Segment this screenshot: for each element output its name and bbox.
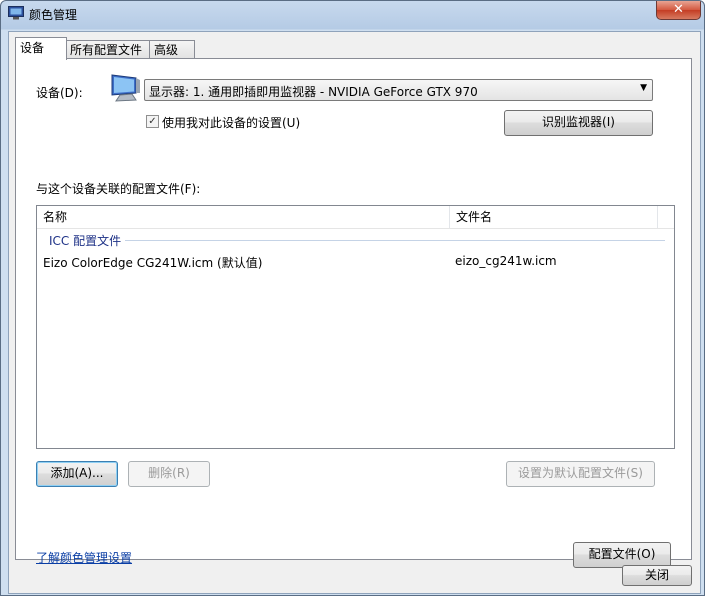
device-select[interactable]: 显示器: 1. 通用即插即用监视器 - NVIDIA GeForce GTX 9…	[144, 79, 653, 101]
use-settings-checkbox[interactable]: ✓	[146, 115, 159, 128]
device-label: 设备(D):	[36, 86, 83, 100]
color-management-icon	[8, 6, 24, 20]
column-header-name[interactable]: 名称	[37, 206, 449, 228]
profiles-list[interactable]: 名称 文件名 ICC 配置文件 Eizo ColorEdge CG241W.ic…	[36, 205, 675, 449]
tab-all-profiles[interactable]: 所有配置文件	[65, 40, 155, 59]
tab-device[interactable]: 设备	[15, 37, 67, 60]
group-divider	[125, 240, 665, 241]
title-bar[interactable]: 颜色管理 ✕	[1, 1, 704, 27]
window-close-button[interactable]: ✕	[656, 1, 701, 20]
profile-row-file[interactable]: eizo_cg241w.icm	[455, 254, 557, 268]
tab-advanced[interactable]: 高级	[149, 40, 195, 59]
learn-color-settings-link[interactable]: 了解颜色管理设置	[36, 549, 132, 566]
monitor-icon	[111, 74, 140, 102]
profiles-list-header: 名称 文件名	[37, 206, 674, 229]
set-default-profile-button[interactable]: 设置为默认配置文件(S)	[506, 461, 655, 487]
add-profile-button[interactable]: 添加(A)...	[36, 461, 118, 487]
column-divider[interactable]	[657, 206, 658, 228]
remove-profile-button[interactable]: 删除(R)	[128, 461, 210, 487]
profiles-section-label: 与这个设备关联的配置文件(F):	[36, 182, 201, 196]
group-label-icc: ICC 配置文件	[49, 234, 122, 248]
chevron-down-icon: ▼	[640, 83, 647, 93]
use-settings-label: 使用我对此设备的设置(U)	[162, 116, 301, 130]
color-management-window: 颜色管理 ✕ 设备 所有配置文件 高级 设备(D): 显示器: 1. 通用即插即…	[0, 0, 705, 596]
device-select-value: 显示器: 1. 通用即插即用监视器 - NVIDIA GeForce GTX 9…	[149, 85, 478, 99]
column-header-filename[interactable]: 文件名	[450, 206, 658, 228]
dialog-client-area: 设备 所有配置文件 高级 设备(D): 显示器: 1. 通用即插即用监视器 - …	[8, 31, 701, 594]
profile-row-name[interactable]: Eizo ColorEdge CG241W.icm (默认值)	[43, 254, 262, 271]
identify-monitor-button[interactable]: 识别监视器(I)	[504, 110, 653, 136]
window-title: 颜色管理	[29, 8, 78, 22]
device-tab-panel: 设备(D): 显示器: 1. 通用即插即用监视器 - NVIDIA GeForc…	[15, 58, 692, 568]
close-button[interactable]: 关闭	[622, 565, 692, 586]
